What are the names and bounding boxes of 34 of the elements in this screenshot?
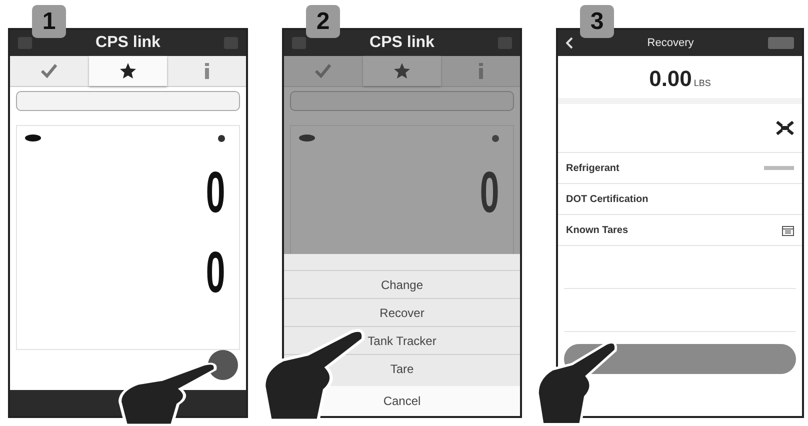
action-button[interactable] (208, 350, 238, 380)
check-icon (40, 62, 58, 80)
step-number: 2 (306, 5, 340, 38)
status-dot-icon (218, 134, 225, 142)
menu-icon[interactable] (292, 37, 306, 49)
header-button[interactable] (498, 37, 512, 49)
field-label: DOT Certification (566, 194, 648, 204)
device-bar[interactable] (16, 91, 240, 111)
step-number: 1 (32, 5, 66, 38)
star-icon (393, 62, 411, 80)
star-icon (119, 62, 137, 80)
info-icon (478, 63, 483, 79)
value-mark (764, 166, 794, 170)
field-label: Refrigerant (566, 162, 620, 174)
calendar-icon[interactable] (782, 224, 794, 236)
weight-reading: 0 (206, 244, 225, 302)
step-number: 3 (580, 5, 614, 38)
screen-title: Recovery (647, 37, 694, 49)
weight-reading: 0 (480, 164, 499, 222)
info-icon (204, 63, 209, 79)
check-icon (314, 62, 332, 80)
status-dot-icon (492, 134, 499, 142)
field-label: Known Tares (566, 224, 628, 236)
weight-reading: 0 (206, 164, 225, 222)
header-button[interactable] (224, 37, 238, 49)
scan-icon[interactable] (776, 121, 794, 135)
weight-value: 0.00 (649, 66, 692, 92)
tab[interactable] (88, 56, 168, 86)
app-title: CPS link (370, 34, 434, 52)
menu-icon[interactable] (18, 37, 32, 49)
device-bar[interactable] (290, 91, 514, 111)
weight-unit: LBS (694, 78, 711, 88)
app-title: CPS link (96, 34, 160, 52)
back-icon[interactable] (566, 37, 573, 49)
